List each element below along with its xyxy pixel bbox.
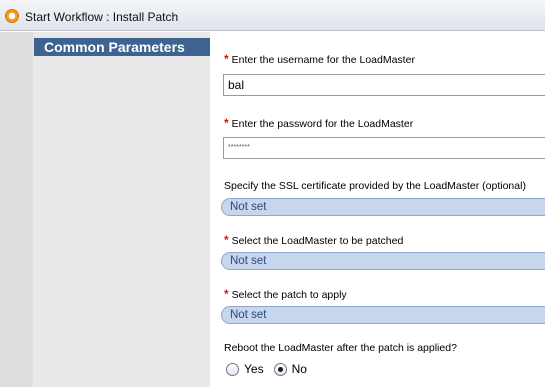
reboot-no-radio[interactable]: [273, 362, 287, 376]
workflow-app-icon: [5, 9, 19, 23]
password-label: * Enter the password for the LoadMaster: [224, 116, 414, 130]
ssl-certificate-select[interactable]: Not set: [221, 198, 545, 216]
required-marker: *: [224, 116, 229, 130]
window-titlebar: Start Workflow : Install Patch: [0, 0, 545, 31]
required-marker: *: [224, 233, 229, 247]
password-input[interactable]: ********: [223, 137, 545, 159]
username-input[interactable]: [223, 74, 545, 96]
ssl-certificate-label: Specify the SSL certificate provided by …: [224, 180, 526, 192]
left-strip: [0, 32, 33, 387]
window-title: Start Workflow : Install Patch: [25, 10, 179, 24]
loadmaster-label: * Select the LoadMaster to be patched: [224, 233, 404, 247]
parameters-form: *Enter the username for the LoadMaster *…: [211, 32, 545, 387]
required-marker: *: [224, 52, 229, 66]
reboot-label: Reboot the LoadMaster after the patch is…: [224, 342, 457, 354]
reboot-yes-radio[interactable]: [226, 362, 239, 376]
reboot-yes-label[interactable]: Yes: [244, 362, 264, 376]
username-label: * Enter the username for the LoadMaster: [224, 52, 415, 66]
patch-select[interactable]: Not set: [221, 306, 545, 324]
patch-label: * Select the patch to apply: [224, 287, 347, 301]
loadmaster-select[interactable]: Not set: [221, 252, 545, 270]
reboot-no-label[interactable]: No: [292, 362, 307, 376]
required-marker: *: [224, 287, 229, 301]
reboot-radio-group: Yes No: [226, 360, 317, 378]
section-tab-common-parameters[interactable]: Common Parameters: [34, 38, 210, 56]
